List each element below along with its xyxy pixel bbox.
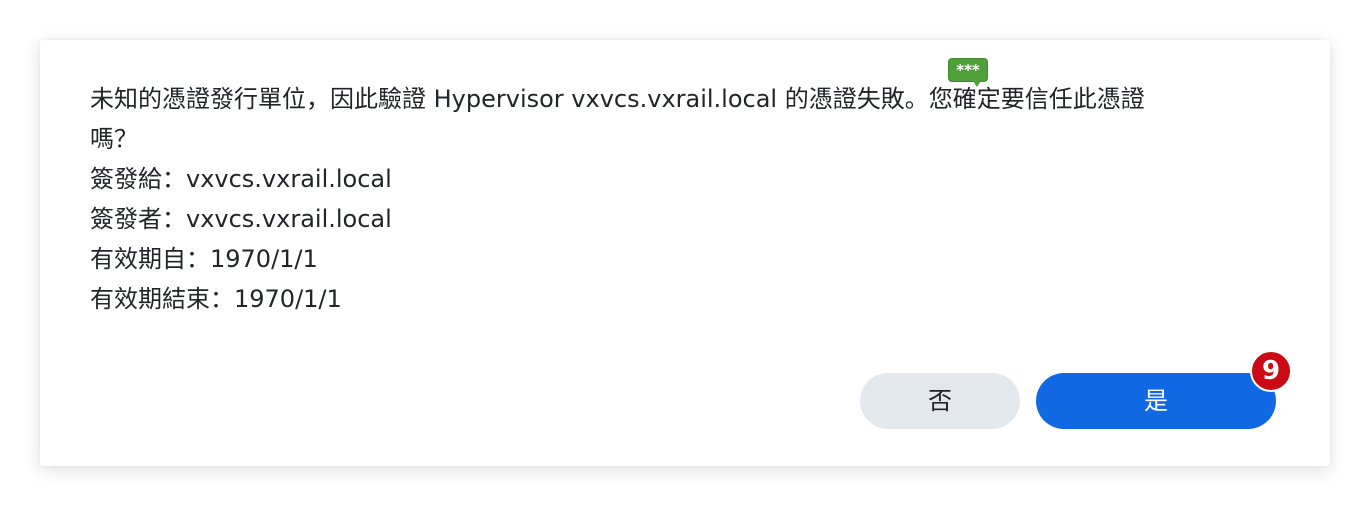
valid-until-line: 有效期結束：1970/1/1 bbox=[90, 285, 342, 313]
issued-to-line: 簽發給：vxvcs.vxrail.local bbox=[90, 165, 392, 193]
yes-button-count-badge: 9 bbox=[1250, 350, 1292, 392]
yes-button[interactable]: 是 bbox=[1036, 373, 1276, 429]
message-line-warning-2: 嗎？ bbox=[90, 125, 138, 153]
message-line-warning-1: 未知的憑證發行單位，因此驗證 Hypervisor vxvcs.vxrail.l… bbox=[90, 85, 1145, 113]
annotation-badge: *** bbox=[948, 58, 988, 87]
certificate-trust-dialog: 未知的憑證發行單位，因此驗證 Hypervisor vxvcs.vxrail.l… bbox=[40, 40, 1330, 466]
dialog-message: 未知的憑證發行單位，因此驗證 Hypervisor vxvcs.vxrail.l… bbox=[90, 79, 1250, 319]
valid-from-line: 有效期自：1970/1/1 bbox=[90, 245, 318, 273]
issued-by-line: 簽發者：vxvcs.vxrail.local bbox=[90, 205, 392, 233]
no-button[interactable]: 否 bbox=[860, 373, 1020, 429]
